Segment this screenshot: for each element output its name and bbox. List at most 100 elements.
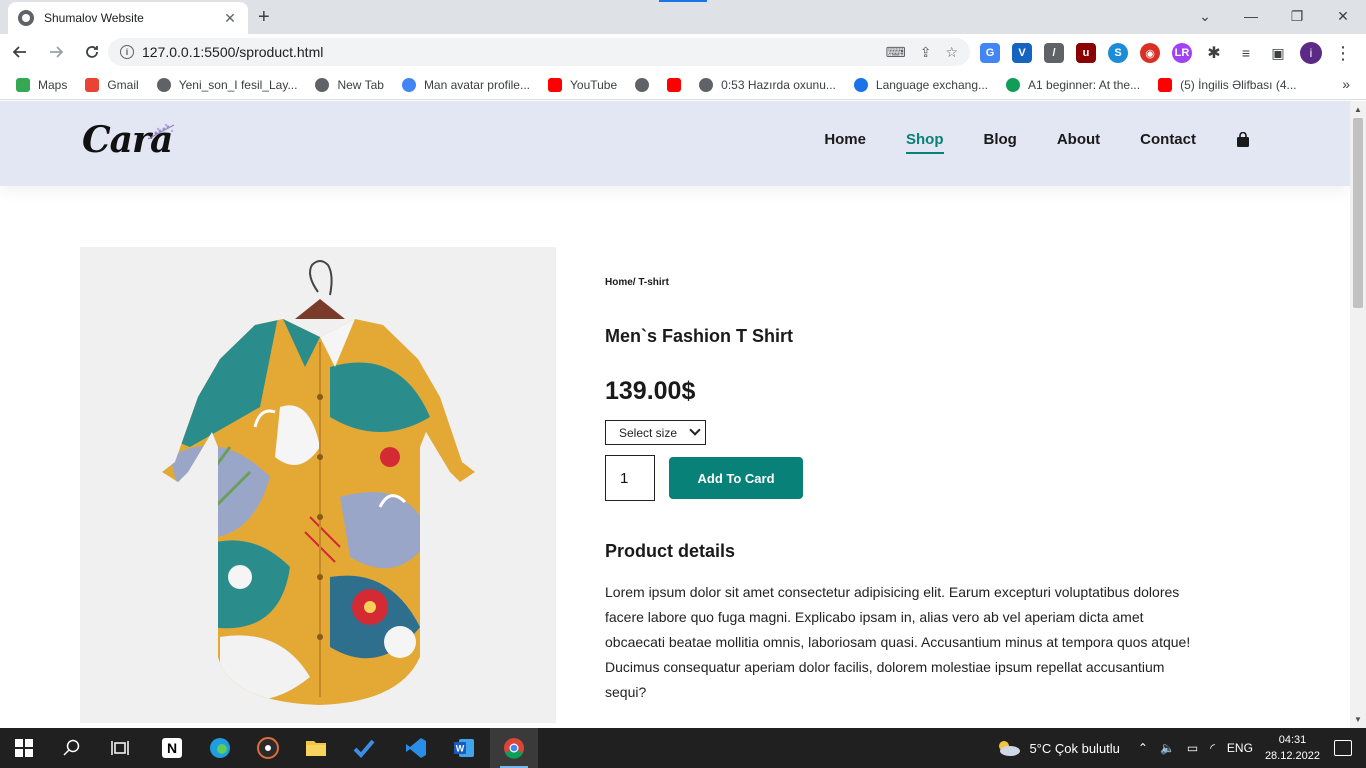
nav-about[interactable]: About (1057, 131, 1100, 148)
bookmark-star-icon[interactable]: ☆ (945, 44, 958, 61)
bookmark-youtube-2[interactable] (667, 77, 682, 92)
nav-shop[interactable]: Shop (906, 131, 944, 154)
todo-app[interactable] (340, 728, 388, 768)
main-nav: Home Shop Blog About Contact (824, 131, 1250, 154)
vscode-app[interactable] (392, 728, 440, 768)
volume-icon[interactable]: 🔈 (1160, 741, 1175, 755)
language-indicator[interactable]: ENG (1227, 741, 1253, 755)
clover-icon (1006, 77, 1021, 92)
size-select[interactable]: Select size (605, 420, 706, 445)
wifi-icon[interactable]: ◜ (1210, 741, 1215, 755)
chrome-app[interactable] (490, 728, 538, 768)
clock[interactable]: 04:31 28.12.2022 (1265, 732, 1320, 764)
bookmark-maps[interactable]: Maps (16, 77, 67, 92)
product-image[interactable] (80, 247, 556, 723)
battery-icon[interactable]: ▭ (1187, 741, 1198, 755)
product-title: Men`s Fashion T Shirt (605, 326, 794, 346)
notion-icon: N (162, 738, 182, 758)
extensions-area: G V / u S ◉ LR ✱ ≡ ▣ i ⋮ (980, 42, 1352, 64)
bookmark-yeni-son[interactable]: Yeni_son_I fesil_Lay... (156, 77, 297, 92)
youtube-icon (667, 77, 682, 92)
cart-row: 1 Add To Card (605, 455, 1205, 501)
forward-button[interactable] (40, 36, 72, 68)
restore-button[interactable]: ❐ (1274, 0, 1320, 32)
bookmark-gmail[interactable]: Gmail (85, 77, 139, 92)
info-icon[interactable]: i (120, 45, 134, 59)
back-arrow-icon (12, 46, 26, 58)
bookmark-hazirda[interactable]: 0:53 Hazırda oxunu... (699, 77, 836, 92)
browser-tab[interactable]: Shumalov Website ✕ (8, 2, 248, 34)
back-button[interactable] (4, 36, 36, 68)
svg-text:W: W (456, 744, 465, 754)
shield-extension-icon[interactable]: V (1012, 43, 1032, 63)
bookmarks-overflow-icon[interactable]: » (1342, 76, 1350, 92)
eyedropper-extension-icon[interactable]: / (1044, 43, 1064, 63)
nav-contact[interactable]: Contact (1140, 131, 1196, 148)
chevron-up-icon[interactable]: ⌃ (1138, 741, 1148, 755)
translate-icon[interactable]: ⌨ (885, 44, 905, 61)
tab-indicator (659, 0, 707, 2)
media-player-icon (257, 737, 279, 759)
shopping-bag-icon[interactable] (1236, 131, 1250, 148)
quantity-input[interactable]: 1 (605, 455, 655, 501)
notification-center-icon[interactable] (1334, 740, 1352, 756)
minimize-button[interactable]: — (1228, 0, 1274, 32)
bookmark-new-tab[interactable]: New Tab (315, 77, 384, 92)
start-button[interactable] (0, 728, 48, 768)
word-icon: W (454, 739, 474, 757)
edge-icon (210, 738, 230, 758)
tab-close-icon[interactable]: ✕ (222, 10, 238, 27)
product-price: 139.00$ (605, 377, 696, 405)
size-select-value: Select size (619, 425, 678, 440)
side-panel-icon[interactable]: ▣ (1268, 43, 1288, 63)
cloudy-weather-icon (999, 741, 1021, 756)
puzzle-extensions-icon[interactable]: ✱ (1204, 43, 1224, 63)
profile-avatar[interactable]: i (1300, 42, 1322, 64)
bookmark-man-avatar[interactable]: Man avatar profile... (401, 77, 530, 92)
shazam-extension-icon[interactable]: S (1108, 43, 1128, 63)
media-app[interactable] (244, 728, 292, 768)
reload-button[interactable] (76, 36, 108, 68)
word-app[interactable]: W (440, 728, 488, 768)
browser-menu-icon[interactable]: ⋮ (1334, 43, 1352, 64)
browser-toolbar: i 127.0.0.1:5500/sproduct.html ⌨ ⇪ ☆ G V… (0, 34, 1366, 70)
bookmark-language-exchange[interactable]: Language exchang... (853, 77, 988, 92)
file-explorer-app[interactable] (292, 728, 340, 768)
notion-app[interactable]: N (148, 728, 196, 768)
bookmark-ingilis[interactable]: (5) İngilis Əlifbası (4... (1158, 77, 1297, 92)
maps-icon (16, 77, 30, 92)
youtube-icon (1158, 77, 1173, 92)
windows-logo-icon (15, 739, 33, 757)
bookmark-youtube[interactable]: YouTube (548, 77, 617, 92)
address-bar[interactable]: i 127.0.0.1:5500/sproduct.html ⌨ ⇪ ☆ (108, 38, 970, 66)
browser-tabstrip: Shumalov Website ✕ + ⌄ — ❐ ✕ (0, 0, 1366, 34)
red-extension-icon[interactable]: ◉ (1140, 43, 1160, 63)
scroll-down-icon[interactable]: ▼ (1354, 715, 1362, 724)
media-control-icon[interactable]: ≡ (1236, 43, 1256, 63)
close-window-button[interactable]: ✕ (1320, 0, 1366, 32)
bookmark-globe[interactable] (635, 77, 650, 92)
google-translate-extension-icon[interactable]: G (980, 43, 1000, 63)
ublock-extension-icon[interactable]: u (1076, 43, 1096, 63)
scroll-up-icon[interactable]: ▲ (1354, 105, 1362, 114)
nav-blog[interactable]: Blog (984, 131, 1017, 148)
weather-widget[interactable]: 5°C Çok bulutlu (995, 739, 1120, 757)
system-tray: 5°C Çok bulutlu ⌃ 🔈 ▭ ◜ ENG 04:31 28.12.… (995, 728, 1366, 768)
page-scrollbar[interactable]: ▲ ▼ (1350, 101, 1366, 728)
chrome-icon (504, 738, 524, 759)
clock-time: 04:31 (1278, 734, 1307, 746)
scrollbar-thumb[interactable] (1353, 118, 1363, 308)
nav-home[interactable]: Home (824, 131, 866, 148)
tab-search-button[interactable]: ⌄ (1182, 0, 1228, 32)
add-to-cart-button[interactable]: Add To Card (669, 457, 803, 499)
language-reactor-extension-icon[interactable]: LR (1172, 43, 1192, 63)
new-tab-button[interactable]: + (258, 6, 270, 29)
edge-app[interactable] (196, 728, 244, 768)
task-view-button[interactable] (96, 728, 144, 768)
search-button[interactable] (48, 728, 96, 768)
lavender-sprig-icon (147, 123, 175, 140)
bookmark-a1-beginner[interactable]: A1 beginner: At the... (1006, 77, 1140, 92)
url-text[interactable]: 127.0.0.1:5500/sproduct.html (142, 44, 885, 60)
share-icon[interactable]: ⇪ (920, 44, 932, 61)
window-controls: ⌄ — ❐ ✕ (1182, 0, 1366, 32)
